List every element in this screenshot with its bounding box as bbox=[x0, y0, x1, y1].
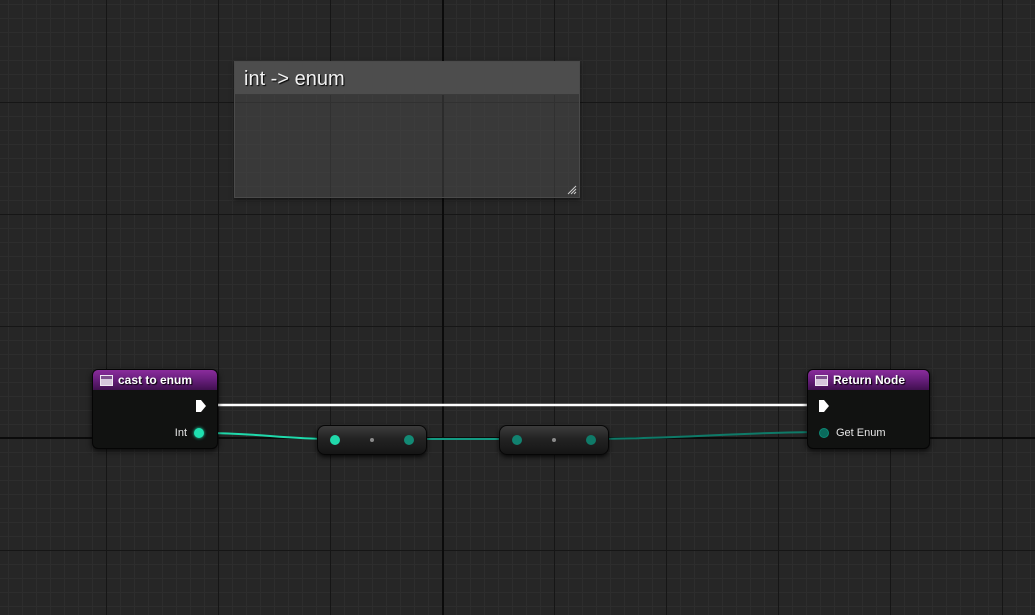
function-icon bbox=[815, 374, 828, 386]
comment-header[interactable]: int -> enum bbox=[235, 62, 579, 95]
function-icon bbox=[100, 374, 113, 386]
reroute-node-1-input-pin[interactable] bbox=[330, 435, 340, 445]
reroute-node-2[interactable] bbox=[499, 425, 609, 455]
exec-out-pin-icon[interactable] bbox=[195, 399, 207, 413]
get-enum-input-pin[interactable] bbox=[819, 428, 829, 438]
reroute-node-2-center-dot bbox=[552, 438, 556, 442]
reroute-node-2-input-pin[interactable] bbox=[512, 435, 522, 445]
blueprint-graph-canvas[interactable]: int -> enum cast to enum Int Return Node… bbox=[0, 0, 1035, 615]
data-wire-int-to-reroute-1[interactable] bbox=[203, 432, 335, 440]
reroute-node-1-center-dot bbox=[370, 438, 374, 442]
cast-to-enum-node-header[interactable]: cast to enum bbox=[93, 370, 217, 390]
resize-handle-icon[interactable] bbox=[567, 185, 577, 195]
data-wire-reroute-2-to-get-enum[interactable] bbox=[589, 431, 825, 440]
comment-box[interactable]: int -> enum bbox=[234, 61, 580, 198]
return-node-title: Return Node bbox=[833, 373, 905, 387]
reroute-node-2-output-pin[interactable] bbox=[586, 435, 596, 445]
return-node[interactable]: Return Node Get Enum bbox=[807, 369, 930, 449]
int-output-pin[interactable] bbox=[194, 428, 204, 438]
cast-to-enum-node-title: cast to enum bbox=[118, 373, 193, 387]
reroute-node-1-output-pin[interactable] bbox=[404, 435, 414, 445]
get-enum-pin-label: Get Enum bbox=[836, 427, 886, 439]
return-node-header[interactable]: Return Node bbox=[808, 370, 929, 390]
cast-to-enum-node[interactable]: cast to enum Int bbox=[92, 369, 218, 449]
reroute-node-1[interactable] bbox=[317, 425, 427, 455]
exec-in-pin-icon[interactable] bbox=[818, 399, 830, 413]
int-pin-label: Int bbox=[174, 427, 187, 439]
comment-title[interactable]: int -> enum bbox=[244, 68, 345, 90]
